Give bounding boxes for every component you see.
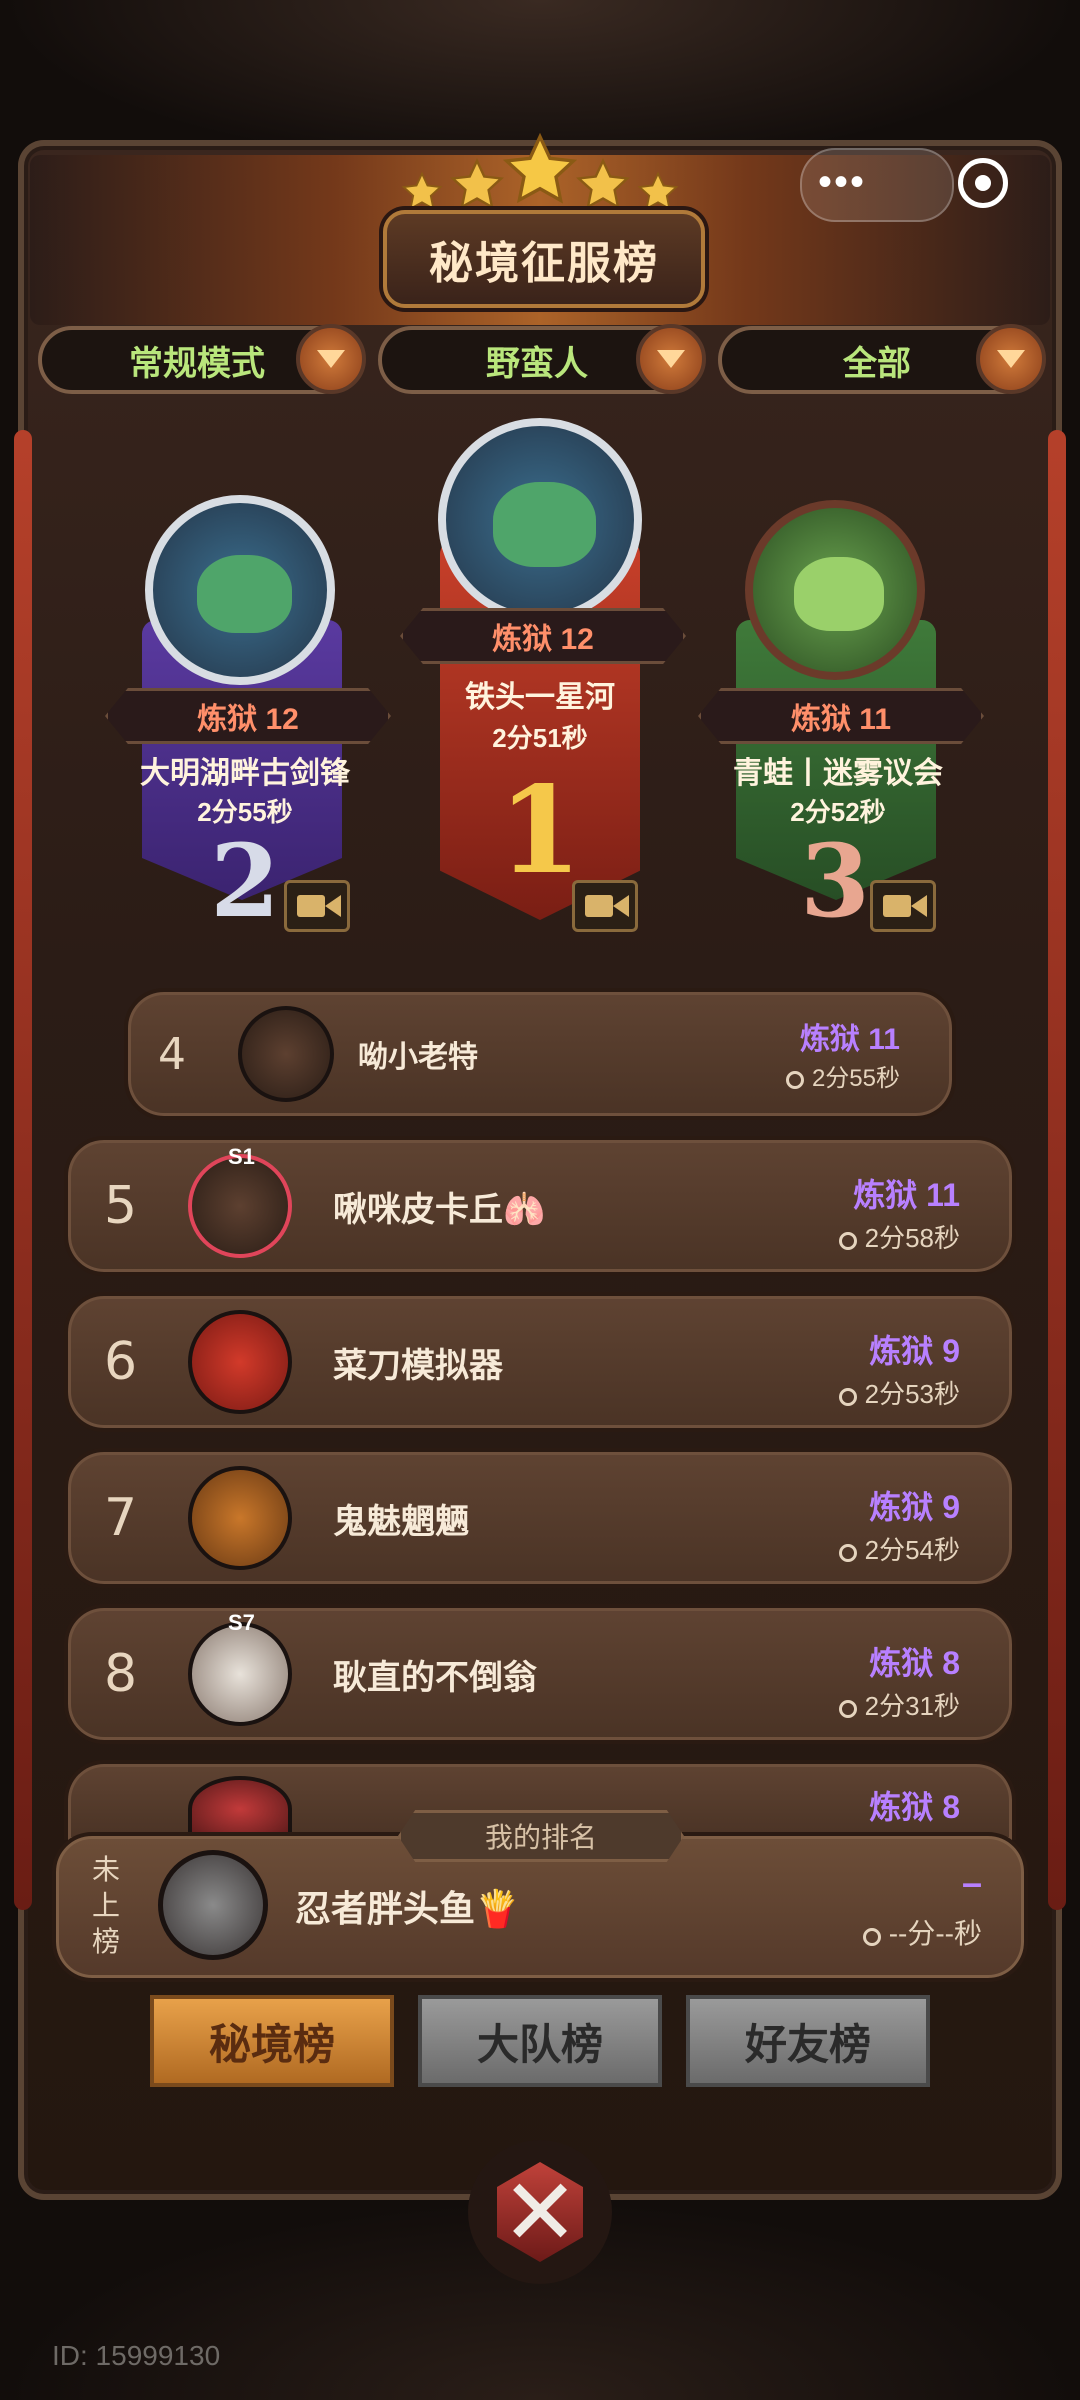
my-time: --分--秒 xyxy=(862,1912,982,1952)
avatar xyxy=(158,1850,268,1960)
row-name: 呦小老特 xyxy=(358,1041,478,1074)
podium-first-time: 2分51秒 xyxy=(492,723,588,753)
row-rank: 4 xyxy=(158,1028,186,1080)
star-rating xyxy=(400,130,680,220)
podium-second-level: 炼狱 12 xyxy=(105,688,391,744)
avatar[interactable] xyxy=(438,418,642,622)
list-item[interactable]: 5 啾咪皮卡丘🫁 炼狱 11 2分58秒 xyxy=(64,1136,1016,1276)
avatar[interactable] xyxy=(745,500,925,680)
close-icon[interactable] xyxy=(958,158,1008,208)
star-icon xyxy=(401,171,443,211)
avatar xyxy=(188,1310,292,1414)
season-badge: S1 xyxy=(228,1144,255,1169)
row-level: 炼狱 9 xyxy=(869,1489,960,1525)
clock-icon xyxy=(785,1071,804,1089)
row-time: 2分53秒 xyxy=(838,1374,960,1411)
my-level: – xyxy=(961,1862,982,1903)
season-badge: S7 xyxy=(228,1610,255,1635)
tab-team[interactable]: 大队榜 xyxy=(418,1995,662,2087)
row-time: 2分55秒 xyxy=(785,1058,900,1093)
row-time: 2分54秒 xyxy=(838,1530,960,1567)
filter-class-label: 野蛮人 xyxy=(486,344,588,383)
row-name: 耿直的不倒翁 xyxy=(333,1658,537,1697)
podium-third-level: 炼狱 11 xyxy=(698,688,984,744)
row-name: 啾咪皮卡丘🫁 xyxy=(333,1190,546,1229)
row-rank: 5 xyxy=(104,1176,138,1236)
clock-icon xyxy=(862,1928,881,1946)
podium-second-name: 大明湖畔古剑锋 xyxy=(140,757,350,790)
podium-third-name: 青蛙丨迷雾议会 xyxy=(733,757,943,790)
row-time: 2分58秒 xyxy=(838,1218,960,1255)
star-icon xyxy=(450,157,504,210)
row-time: 2分31秒 xyxy=(838,1686,960,1723)
chevron-down-icon[interactable] xyxy=(636,324,706,394)
clock-icon xyxy=(838,1700,857,1718)
video-replay-icon[interactable] xyxy=(284,880,350,932)
close-emblem-button[interactable]: ✕ xyxy=(468,2140,612,2284)
user-id: ID: 15999130 xyxy=(52,2340,221,2371)
avatar xyxy=(188,1466,292,1570)
star-icon xyxy=(576,157,630,210)
list-item[interactable]: 7 鬼魅魍魉 炼狱 9 2分54秒 xyxy=(64,1448,1016,1588)
my-rank-tab: 我的排名 xyxy=(398,1810,684,1862)
filter-mode[interactable]: 常规模式 xyxy=(38,324,366,394)
row-name: 鬼魅魍魉 xyxy=(333,1502,469,1541)
row-level: 炼狱 9 xyxy=(869,1333,960,1369)
left-rail xyxy=(14,430,32,1910)
list-item[interactable]: 6 菜刀模拟器 炼狱 9 2分53秒 xyxy=(64,1292,1016,1432)
filter-class[interactable]: 野蛮人 xyxy=(378,324,706,394)
avatar[interactable] xyxy=(145,495,335,685)
right-rail xyxy=(1048,430,1066,1910)
tab-friends[interactable]: 好友榜 xyxy=(686,1995,930,2087)
list-item[interactable]: 4 呦小老特 炼狱 11 2分55秒 xyxy=(124,988,956,1120)
row-rank: 7 xyxy=(104,1488,138,1548)
row-level: 炼狱 8 xyxy=(869,1645,960,1681)
video-replay-icon[interactable] xyxy=(870,880,936,932)
avatar xyxy=(238,1006,334,1102)
list-item[interactable]: 8 耿直的不倒翁 炼狱 8 2分31秒 xyxy=(64,1604,1016,1744)
tab-secret-realm[interactable]: 秘境榜 xyxy=(150,1995,394,2087)
podium-first-level: 炼狱 12 xyxy=(400,608,686,664)
filter-scope[interactable]: 全部 xyxy=(718,324,1046,394)
page-title: 秘境征服榜 xyxy=(383,210,705,308)
row-name: 菜刀模拟器 xyxy=(333,1346,503,1385)
star-icon xyxy=(637,171,679,211)
chevron-down-icon[interactable] xyxy=(296,324,366,394)
clock-icon xyxy=(838,1232,857,1250)
clock-icon xyxy=(838,1388,857,1406)
filter-mode-label: 常规模式 xyxy=(129,344,265,383)
podium-first-name: 铁头一星河 xyxy=(465,681,615,714)
star-icon xyxy=(502,132,578,204)
unranked-label: 未上榜 xyxy=(91,1854,120,1957)
more-icon[interactable]: ••• xyxy=(818,160,866,205)
filter-scope-label: 全部 xyxy=(843,344,911,383)
row-rank: 8 xyxy=(104,1644,138,1704)
cross-swords-icon: ✕ xyxy=(501,2161,579,2264)
row-level: 炼狱 11 xyxy=(799,1023,900,1056)
my-name: 忍者胖头鱼🍟 xyxy=(295,1888,520,1929)
chevron-down-icon[interactable] xyxy=(976,324,1046,394)
clock-icon xyxy=(838,1544,857,1562)
avatar xyxy=(188,1622,292,1726)
row-level: 炼狱 8 xyxy=(869,1789,960,1825)
row-rank: 6 xyxy=(104,1332,138,1392)
video-replay-icon[interactable] xyxy=(572,880,638,932)
row-level: 炼狱 11 xyxy=(853,1177,960,1213)
